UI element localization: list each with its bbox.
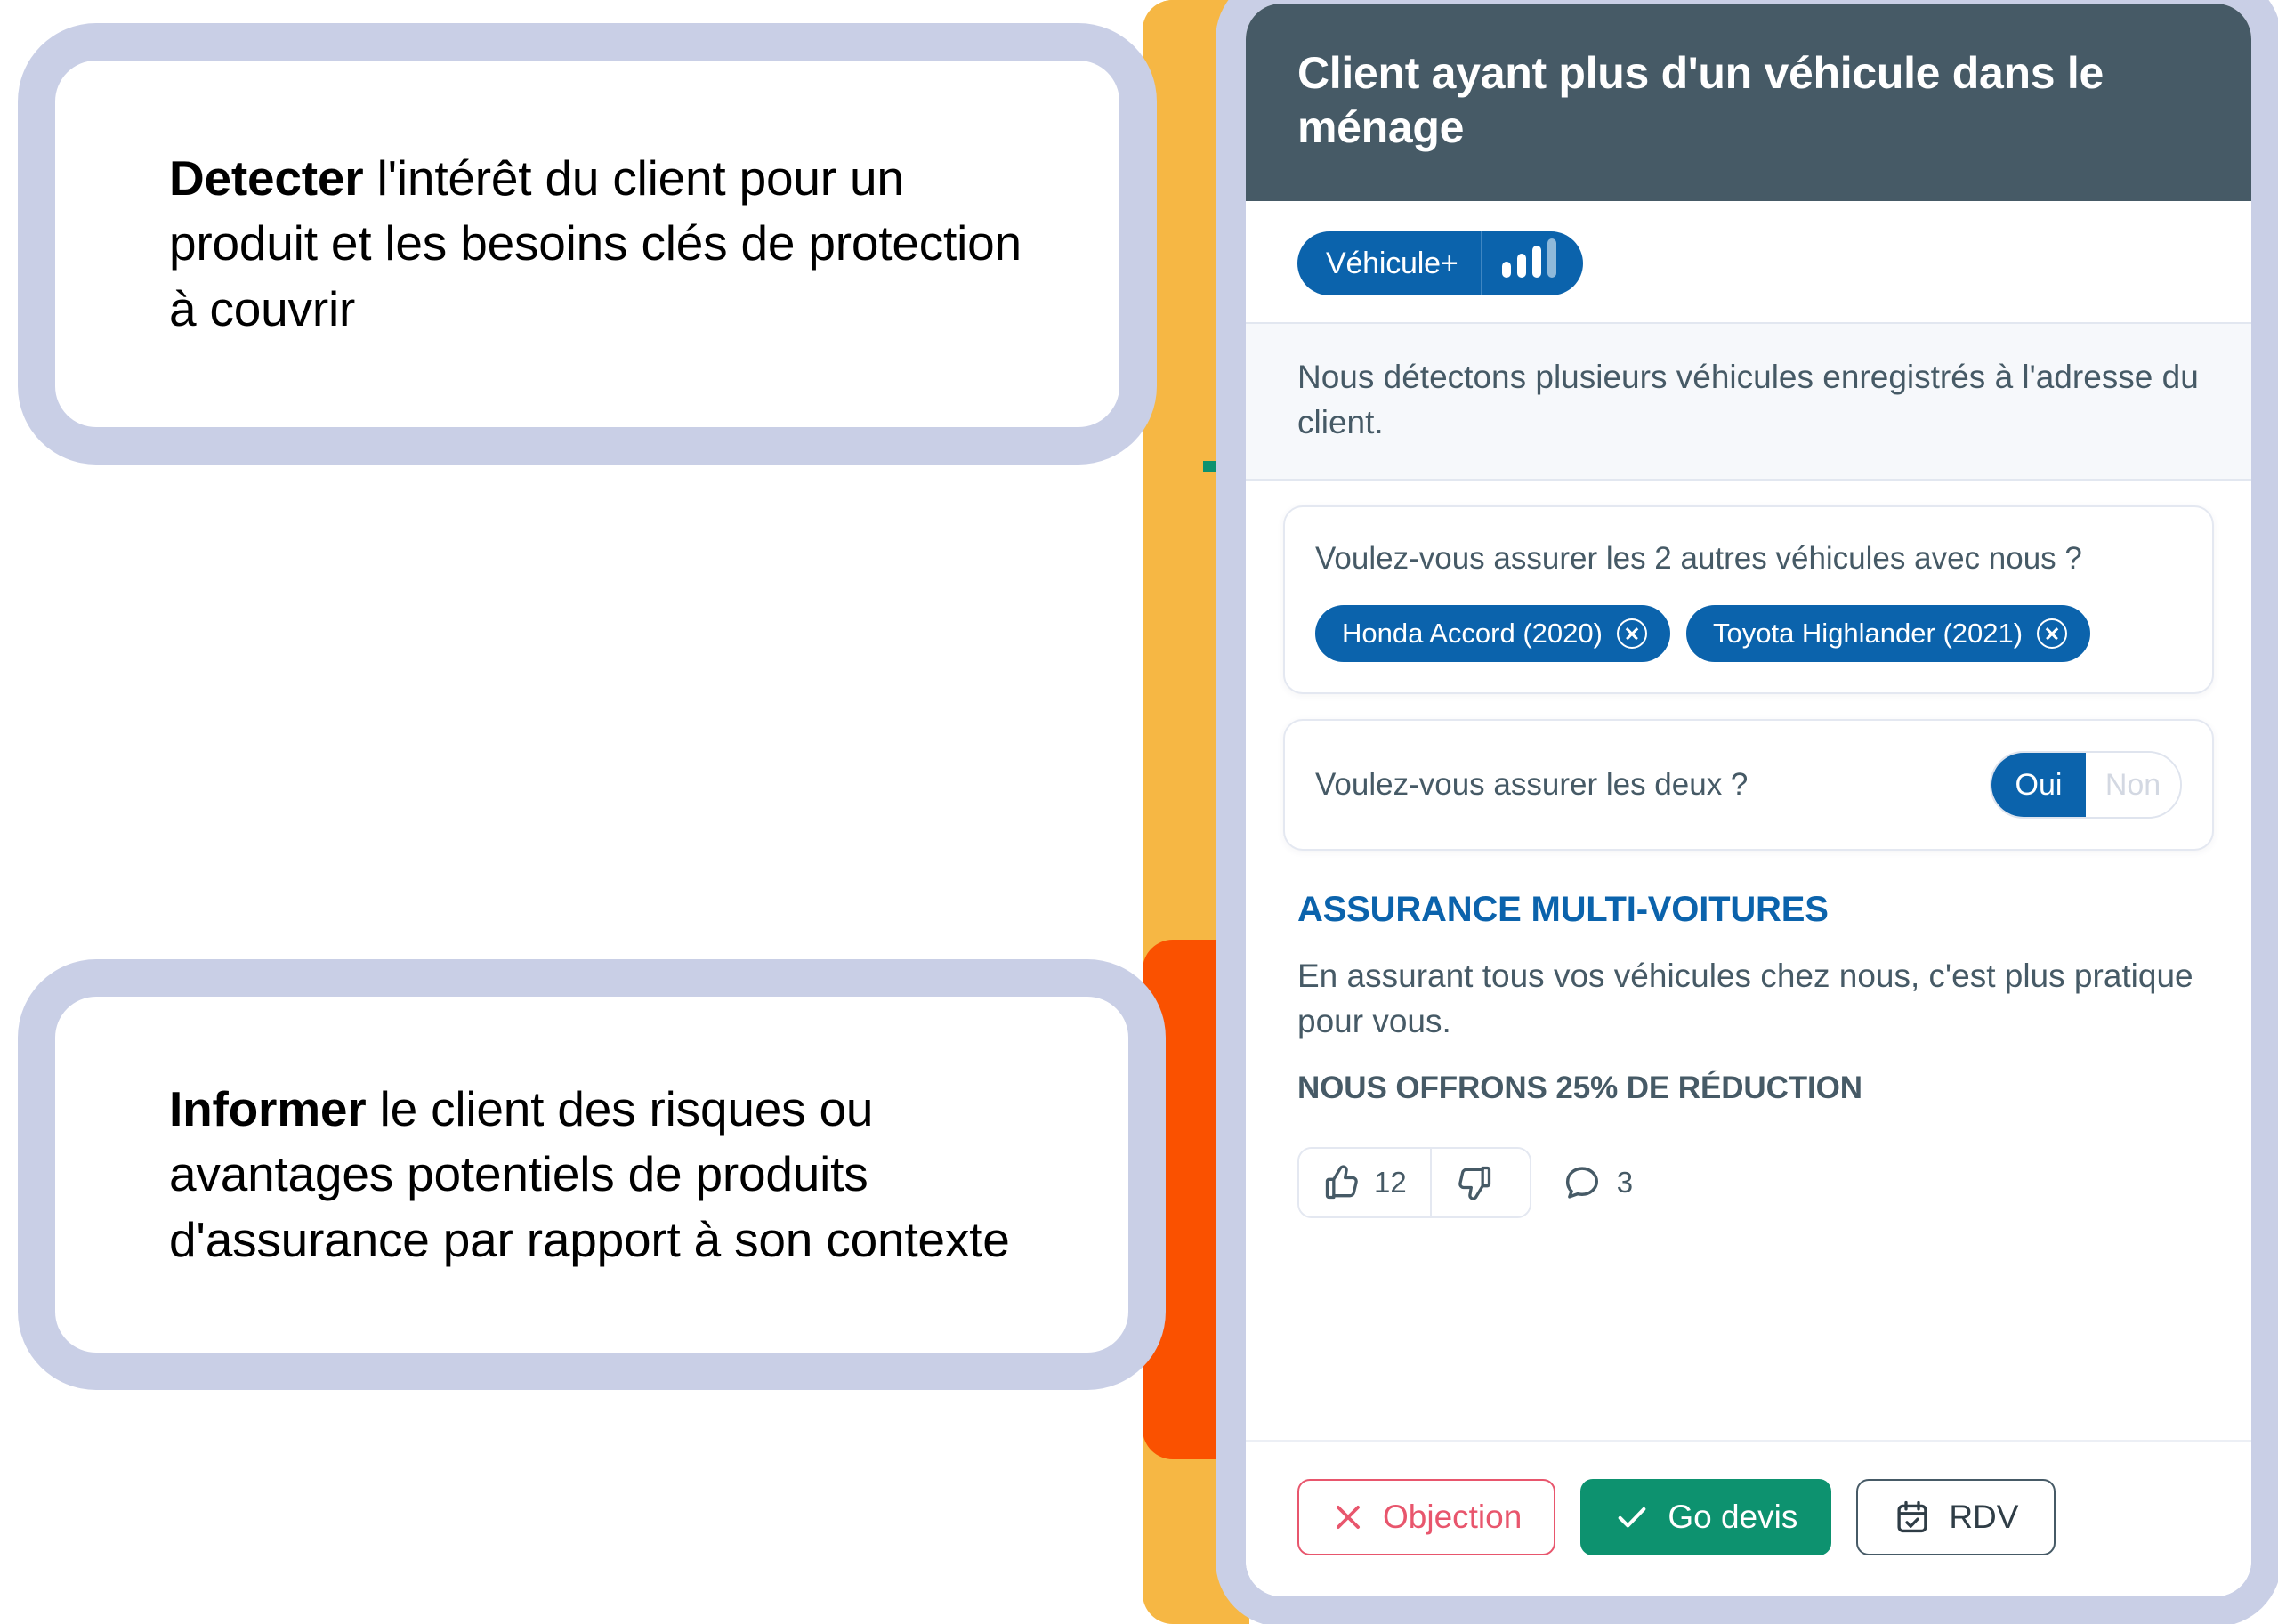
- vehicles-question: Voulez-vous assurer les 2 autres véhicul…: [1315, 541, 2082, 577]
- promo-offer: NOUS OFFRONS 25% DE RÉDUCTION: [1297, 1071, 1862, 1106]
- step-card-informer-text: Informer le client des risques ou avanta…: [169, 1077, 1062, 1272]
- assistant-panel: Client ayant plus d'un véhicule dans le …: [1246, 4, 2251, 1596]
- promo-block: ASSURANCE MULTI-VOITURES En assurant tou…: [1246, 851, 2251, 1106]
- promo-title: ASSURANCE MULTI-VOITURES: [1297, 890, 1829, 930]
- insure-both-card: Voulez-vous assurer les deux ? Oui Non: [1283, 719, 2214, 852]
- panel-body: Véhicule+ Nous détectons plusieurs véhic…: [1246, 201, 2251, 1596]
- thumbs-up-icon: [1322, 1163, 1361, 1202]
- toggle-option-oui[interactable]: Oui: [1991, 753, 2086, 818]
- yes-no-toggle[interactable]: Oui Non: [1990, 751, 2182, 820]
- like-button[interactable]: 12: [1299, 1149, 1430, 1217]
- objection-button[interactable]: Objection: [1297, 1479, 1556, 1555]
- detection-text: Nous détectons plusieurs véhicules enreg…: [1297, 359, 2199, 441]
- vehicle-chip-label: Honda Accord (2020): [1342, 618, 1603, 650]
- reactions-row: 12 3: [1246, 1106, 2251, 1219]
- objection-button-label: Objection: [1383, 1499, 1523, 1535]
- vehicle-chip[interactable]: Honda Accord (2020): [1315, 605, 1670, 663]
- comment-button[interactable]: 3: [1562, 1162, 1633, 1203]
- panel-header: Client ayant plus d'un véhicule dans le …: [1246, 4, 2251, 201]
- signal-bars-icon: [1481, 231, 1583, 295]
- circle-x-icon[interactable]: [2037, 618, 2068, 650]
- step-card-informer-lead: Informer: [169, 1081, 367, 1137]
- vehicule-plus-badge-label: Véhicule+: [1326, 246, 1458, 280]
- go-devis-button-label: Go devis: [1668, 1499, 1798, 1535]
- vehicle-chip[interactable]: Toyota Highlander (2021): [1685, 605, 2091, 663]
- promo-body: En assurant tous vos véhicules chez nous…: [1297, 957, 2193, 1040]
- detection-strip: Nous détectons plusieurs véhicules enreg…: [1246, 322, 2251, 481]
- comment-bubble-icon: [1562, 1162, 1603, 1203]
- vehicle-chip-label: Toyota Highlander (2021): [1712, 618, 2024, 650]
- like-count: 12: [1374, 1166, 1407, 1200]
- circle-x-icon[interactable]: [1616, 618, 1647, 650]
- insure-both-question: Voulez-vous assurer les deux ?: [1315, 767, 1749, 803]
- rdv-button[interactable]: RDV: [1856, 1479, 2056, 1555]
- vehicle-chip-row: Honda Accord (2020) Toyota Highlander (2…: [1315, 605, 2182, 663]
- check-icon: [1614, 1499, 1650, 1535]
- page-title: Client ayant plus d'un véhicule dans le …: [1297, 48, 2104, 152]
- step-card-detecter-text: Detecter l'intérêt du client pour un pro…: [169, 146, 1054, 341]
- thumbs-down-icon: [1455, 1163, 1494, 1202]
- go-devis-button[interactable]: Go devis: [1580, 1479, 1832, 1555]
- footer-actions: Objection Go devis RDV: [1246, 1440, 2251, 1596]
- reaction-group: 12: [1297, 1147, 1531, 1219]
- rdv-button-label: RDV: [1949, 1499, 2019, 1535]
- calendar-check-icon: [1894, 1499, 1931, 1536]
- comment-count: 3: [1616, 1166, 1634, 1200]
- badge-row: Véhicule+: [1246, 201, 2251, 322]
- screenshot-root: Detecter l'intérêt du client pour un pro…: [0, 0, 2278, 1624]
- close-x-icon: [1331, 1500, 1365, 1534]
- vehicles-card: Voulez-vous assurer les 2 autres véhicul…: [1283, 505, 2214, 695]
- vehicule-plus-badge[interactable]: Véhicule+: [1297, 231, 1584, 295]
- connector-green-nub: [1203, 461, 1252, 472]
- step-card-detecter-lead: Detecter: [169, 150, 364, 206]
- toggle-option-non[interactable]: Non: [2086, 753, 2180, 818]
- step-card-detecter: Detecter l'intérêt du client pour un pro…: [55, 61, 1119, 427]
- dislike-button[interactable]: [1429, 1149, 1530, 1217]
- step-card-informer: Informer le client des risques ou avanta…: [55, 997, 1128, 1353]
